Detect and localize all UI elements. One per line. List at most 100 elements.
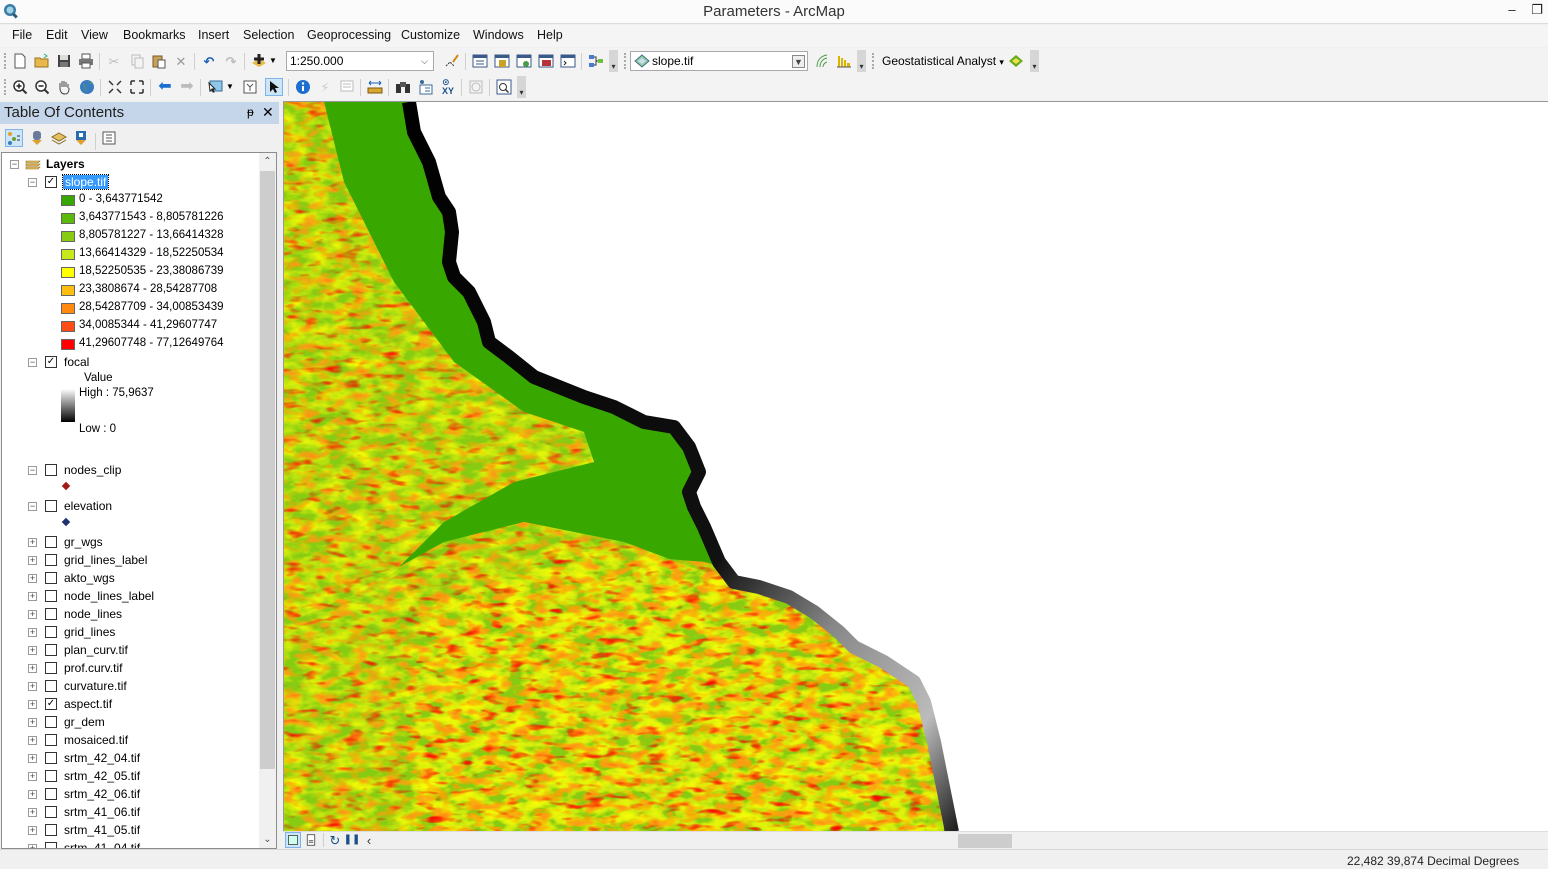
cut-icon[interactable]: ✂	[105, 52, 123, 70]
expand-icon[interactable]: +	[28, 682, 37, 691]
legend-swatch[interactable]	[61, 321, 75, 332]
layer-row-slope[interactable]: − ✓ slope.tif	[2, 173, 252, 191]
toolbar-overflow-button[interactable]: ▾	[857, 50, 866, 72]
fixed-zoom-in-icon[interactable]	[106, 78, 124, 96]
modelbuilder-icon[interactable]	[587, 52, 605, 70]
layer-visibility-checkbox[interactable]	[45, 464, 57, 476]
paste-icon[interactable]	[150, 52, 168, 70]
close-icon[interactable]: ✕	[262, 104, 274, 121]
layer-row[interactable]: + grid_lines	[2, 623, 252, 641]
toolbar-grip[interactable]	[4, 79, 6, 95]
expand-icon[interactable]: +	[28, 790, 37, 799]
layer-name[interactable]: grid_lines	[64, 625, 115, 639]
menu-windows[interactable]: Windows	[471, 28, 526, 42]
layer-visibility-checkbox[interactable]	[45, 842, 57, 848]
table-of-contents-icon[interactable]	[471, 52, 489, 70]
fixed-zoom-out-icon[interactable]	[128, 78, 146, 96]
menu-view[interactable]: View	[79, 28, 110, 42]
identify-info-icon[interactable]	[294, 78, 312, 96]
layer-name[interactable]: akto_wgs	[64, 571, 115, 585]
layer-name[interactable]: srtm_42_05.tif	[64, 769, 140, 783]
histogram-icon[interactable]	[835, 52, 853, 70]
contour-icon[interactable]	[813, 52, 831, 70]
layer-visibility-checkbox[interactable]	[45, 626, 57, 638]
layer-row[interactable]: + grid_lines_label	[2, 551, 252, 569]
layer-row-elevation[interactable]: − elevation	[2, 497, 252, 515]
legend-swatch[interactable]	[61, 231, 75, 242]
expand-icon[interactable]: +	[28, 628, 37, 637]
expand-icon[interactable]: +	[28, 826, 37, 835]
chevron-down-icon[interactable]: ⌵	[418, 55, 431, 68]
scroll-down-icon[interactable]: ⌄	[259, 831, 276, 848]
legend-swatch[interactable]	[61, 213, 75, 224]
zoom-out-icon[interactable]	[33, 78, 51, 96]
toolbar-overflow-button[interactable]: ▾	[609, 50, 618, 72]
legend-swatch[interactable]	[61, 339, 75, 350]
menu-geoprocessing[interactable]: Geoprocessing	[305, 28, 393, 42]
collapse-icon[interactable]: −	[28, 502, 37, 511]
layer-name[interactable]: aspect.tif	[64, 697, 112, 711]
list-by-drawing-order-icon[interactable]	[5, 129, 23, 147]
layer-visibility-checkbox[interactable]	[45, 716, 57, 728]
layer-row[interactable]: + ✓ aspect.tif	[2, 695, 252, 713]
add-data-icon[interactable]	[250, 52, 268, 70]
list-by-source-icon[interactable]	[28, 129, 46, 147]
hyperlink-lightning-icon[interactable]: ⚡	[316, 78, 334, 96]
layer-visibility-checkbox[interactable]	[45, 554, 57, 566]
legend-swatch[interactable]	[61, 267, 75, 278]
expand-icon[interactable]: +	[28, 664, 37, 673]
collapse-icon[interactable]: −	[10, 160, 19, 169]
undo-icon[interactable]: ↶	[200, 52, 218, 70]
layer-name[interactable]: node_lines_label	[64, 589, 154, 603]
layer-visibility-checkbox[interactable]	[45, 590, 57, 602]
pan-hand-icon[interactable]	[55, 78, 73, 96]
arctoolbox-icon[interactable]	[537, 52, 555, 70]
layer-row[interactable]: + srtm_42_05.tif	[2, 767, 252, 785]
layer-row[interactable]: + mosaiced.tif	[2, 731, 252, 749]
go-to-xy-icon[interactable]: ⊙ XY	[439, 78, 457, 96]
toolbar-grip[interactable]	[624, 53, 626, 69]
layer-name[interactable]: gr_wgs	[64, 535, 103, 549]
layer-row[interactable]: + curvature.tif	[2, 677, 252, 695]
list-by-visibility-icon[interactable]	[50, 129, 68, 147]
layer-name[interactable]: slope.tif	[61, 174, 110, 190]
expand-icon[interactable]: +	[28, 574, 37, 583]
menu-bookmarks[interactable]: Bookmarks	[121, 28, 188, 42]
layer-row[interactable]: + plan_curv.tif	[2, 641, 252, 659]
catalog-window-icon[interactable]	[493, 52, 511, 70]
chevron-down-icon[interactable]: ▼	[792, 55, 805, 68]
add-data-dropdown-icon[interactable]: ▼	[268, 52, 278, 70]
html-popup-icon[interactable]	[338, 78, 356, 96]
map-scale-combo[interactable]: 1:250.000 ⌵	[286, 51, 434, 71]
data-view-icon[interactable]	[285, 832, 301, 848]
copy-icon[interactable]	[128, 52, 146, 70]
minimize-button[interactable]: –	[1502, 2, 1522, 20]
delete-icon[interactable]: ✕	[172, 52, 190, 70]
save-icon[interactable]	[55, 52, 73, 70]
layer-name[interactable]: plan_curv.tif	[64, 643, 128, 657]
expand-icon[interactable]: +	[28, 754, 37, 763]
map-horizontal-scroll-thumb[interactable]	[958, 834, 1012, 848]
layer-row[interactable]: + akto_wgs	[2, 569, 252, 587]
toolbar-grip[interactable]	[4, 53, 6, 69]
layer-visibility-checkbox[interactable]: ✓	[45, 698, 57, 710]
toolbar-overflow-button[interactable]: ▾	[1030, 50, 1039, 72]
select-features-icon[interactable]	[206, 78, 224, 96]
find-route-icon[interactable]	[417, 78, 435, 96]
measure-ruler-icon[interactable]	[366, 78, 384, 96]
layer-row[interactable]: + srtm_42_04.tif	[2, 749, 252, 767]
layer-name[interactable]: gr_dem	[64, 715, 105, 729]
toolbar-overflow-button[interactable]: ▾	[517, 76, 526, 98]
layer-visibility-checkbox[interactable]	[45, 662, 57, 674]
expand-icon[interactable]: +	[28, 556, 37, 565]
menu-help[interactable]: Help	[535, 28, 565, 42]
menu-insert[interactable]: Insert	[196, 28, 231, 42]
layer-row[interactable]: + gr_wgs	[2, 533, 252, 551]
legend-swatch[interactable]	[61, 195, 75, 206]
geostatistical-analyst-menu[interactable]: Geostatistical Analyst ▾	[882, 54, 1004, 68]
expand-icon[interactable]: +	[28, 646, 37, 655]
layer-name[interactable]: grid_lines_label	[64, 553, 147, 567]
layer-visibility-checkbox[interactable]: ✓	[45, 356, 57, 368]
layer-name[interactable]: srtm_42_04.tif	[64, 751, 140, 765]
menu-edit[interactable]: Edit	[44, 28, 70, 42]
